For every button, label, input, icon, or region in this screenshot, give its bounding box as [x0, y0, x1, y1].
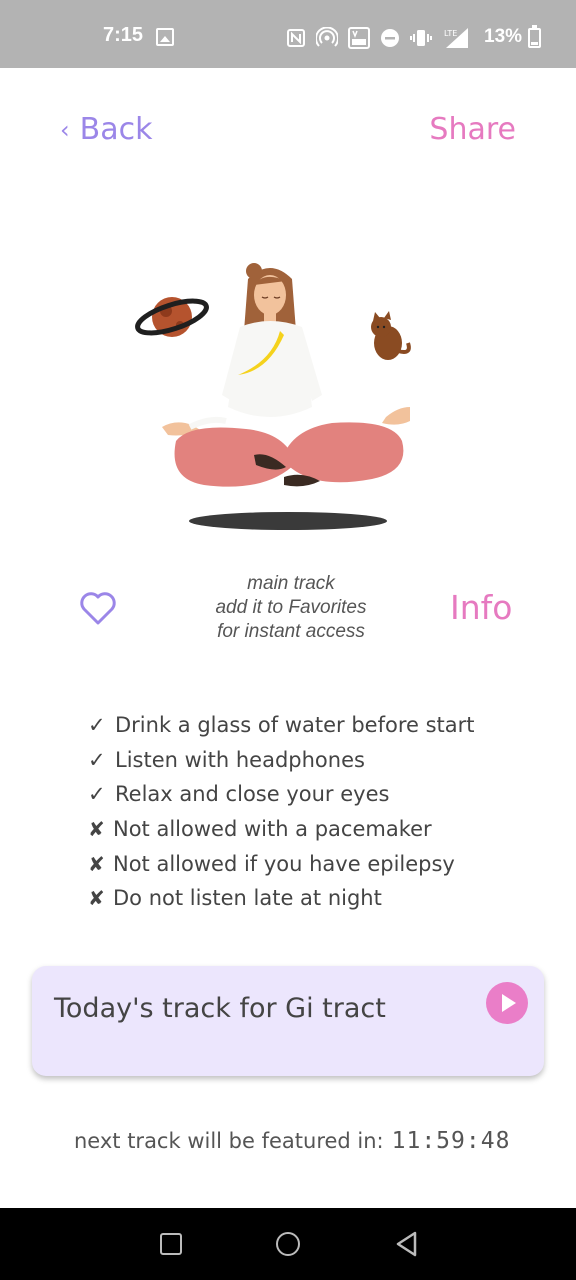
planet-icon: [135, 297, 209, 337]
info-button[interactable]: Info: [450, 588, 512, 627]
list-item-text: Do not listen late at night: [113, 886, 382, 911]
list-item-text: Not allowed with a pacemaker: [113, 817, 432, 842]
back-label: Back: [79, 112, 153, 147]
list-item: ✓ Listen with headphones: [88, 743, 475, 778]
countdown-timer: 11:59:48: [391, 1128, 511, 1154]
countdown-label: next track will be featured in:: [74, 1129, 384, 1153]
next-track-countdown: next track will be featured in: 11:59:48: [74, 1128, 510, 1154]
play-icon[interactable]: [486, 982, 528, 1024]
list-item: ✘ Not allowed if you have epilepsy: [88, 846, 475, 881]
track-caption: main track add it to Favorites for insta…: [176, 572, 406, 644]
todays-track-card[interactable]: Today's track for Gi tract: [32, 966, 544, 1076]
recent-apps-icon[interactable]: [160, 1233, 182, 1255]
list-item: ✓ Drink a glass of water before start: [88, 708, 475, 743]
svg-text:LTE: LTE: [444, 29, 457, 38]
cross-icon: ✘: [88, 817, 105, 842]
lte-signal-icon: LTE: [444, 28, 468, 48]
list-item: ✘ Do not listen late at night: [88, 881, 475, 916]
volte-icon: [348, 27, 370, 49]
list-item: ✓ Relax and close your eyes: [88, 777, 475, 812]
battery-percent: 13%: [484, 26, 523, 47]
back-button[interactable]: ‹ Back: [60, 112, 152, 147]
caption-line: main track: [247, 573, 335, 594]
check-icon: ✓: [88, 747, 106, 772]
list-item-text: Relax and close your eyes: [115, 782, 390, 807]
floor-shadow: [189, 512, 387, 530]
cat-icon: [371, 311, 411, 360]
status-icons: LTE: [286, 27, 470, 49]
heart-icon[interactable]: [78, 588, 118, 628]
dnd-icon: [381, 29, 399, 47]
image-icon: [156, 28, 174, 46]
battery-icon: [528, 25, 541, 48]
meditation-illustration: [135, 263, 411, 530]
nfc-icon: [287, 29, 305, 47]
hotspot-icon: [316, 27, 338, 47]
list-item-text: Not allowed if you have epilepsy: [113, 851, 455, 876]
check-icon: ✓: [88, 713, 106, 738]
list-item-text: Listen with headphones: [115, 747, 365, 772]
chevron-left-icon: ‹: [60, 115, 70, 144]
track-title: Today's track for Gi tract: [54, 993, 386, 1024]
status-time: 7:15: [103, 24, 144, 46]
cross-icon: ✘: [88, 851, 105, 876]
home-icon[interactable]: [276, 1232, 300, 1256]
vibrate-icon: [410, 30, 432, 46]
status-bar: 7:15 LTE 13%: [0, 0, 576, 68]
nav-back-icon[interactable]: [394, 1230, 418, 1258]
cross-icon: ✘: [88, 886, 105, 911]
woman-figure: [162, 263, 410, 487]
list-item-text: Drink a glass of water before start: [115, 713, 475, 738]
share-button[interactable]: Share: [429, 112, 516, 147]
list-item: ✘ Not allowed with a pacemaker: [88, 812, 475, 847]
caption-line: for instant access: [217, 621, 365, 642]
caption-line: add it to Favorites: [215, 597, 367, 618]
check-icon: ✓: [88, 782, 106, 807]
system-nav-bar: [0, 1208, 576, 1280]
instruction-list: ✓ Drink a glass of water before start ✓ …: [88, 708, 475, 916]
